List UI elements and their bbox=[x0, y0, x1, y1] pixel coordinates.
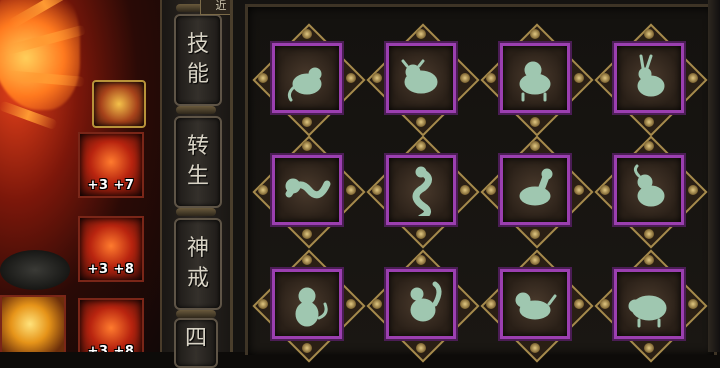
frame-stud bbox=[416, 29, 426, 39]
goat-icon bbox=[617, 158, 681, 222]
frame-stud bbox=[574, 299, 584, 309]
equipment-slot-2[interactable]: +3 +8 bbox=[78, 216, 144, 282]
frame-stud bbox=[644, 117, 654, 127]
dragon-icon bbox=[275, 158, 339, 222]
frame-stud bbox=[302, 141, 312, 151]
frame-stud bbox=[258, 73, 268, 83]
frame-stud bbox=[460, 299, 470, 309]
frame-stud bbox=[600, 299, 610, 309]
frame-stud bbox=[688, 299, 698, 309]
frame-stud bbox=[644, 229, 654, 239]
tab-char: 技 bbox=[186, 32, 209, 57]
tab-knob bbox=[176, 310, 216, 318]
frame-stud bbox=[486, 299, 496, 309]
equipment-bonus: +3 +8 bbox=[87, 262, 135, 277]
tab-divine-ring[interactable]: 神 戒 bbox=[174, 218, 222, 310]
frame-stud bbox=[346, 299, 356, 309]
frame-stud bbox=[416, 229, 426, 239]
zodiac-panel bbox=[230, 0, 720, 363]
frame-stud bbox=[416, 141, 426, 151]
tab-knob bbox=[176, 208, 216, 216]
relic-slot[interactable] bbox=[92, 80, 146, 128]
zodiac-card[interactable] bbox=[252, 135, 366, 249]
frame-stud bbox=[372, 73, 382, 83]
frame-stud bbox=[346, 73, 356, 83]
ox-icon bbox=[389, 46, 453, 110]
zodiac-card[interactable] bbox=[480, 249, 594, 363]
zodiac-card[interactable] bbox=[366, 23, 480, 137]
equipment-slot-3[interactable]: +3 +8 bbox=[78, 298, 144, 352]
panel-edge bbox=[708, 0, 720, 352]
tab-column: 技 能 转 生 神 戒 四 bbox=[160, 0, 232, 368]
equipment-bonus: +3 +8 bbox=[87, 344, 135, 352]
rooster-icon bbox=[389, 272, 453, 336]
zodiac-grid bbox=[245, 4, 717, 363]
frame-stud bbox=[416, 255, 426, 265]
tab-char: 能 bbox=[186, 62, 209, 87]
frame-stud bbox=[530, 255, 540, 265]
tab-char: 神 bbox=[186, 236, 209, 261]
frame-stud bbox=[644, 141, 654, 151]
tab-knob bbox=[176, 106, 216, 114]
tab-char: 戒 bbox=[186, 266, 209, 291]
zodiac-card[interactable] bbox=[480, 135, 594, 249]
frame-stud bbox=[486, 185, 496, 195]
frame-stud bbox=[486, 73, 496, 83]
character-panel: +3 +7 +3 +8 +3 +8 bbox=[0, 0, 160, 352]
frame-stud bbox=[688, 73, 698, 83]
frame-stud bbox=[302, 117, 312, 127]
frame-stud bbox=[530, 29, 540, 39]
frame-stud bbox=[372, 299, 382, 309]
frame-stud bbox=[460, 185, 470, 195]
rabbit-icon bbox=[617, 46, 681, 110]
rat-icon bbox=[275, 46, 339, 110]
frame-stud bbox=[372, 185, 382, 195]
frame-stud bbox=[600, 185, 610, 195]
frame-stud bbox=[258, 185, 268, 195]
frame-stud bbox=[302, 229, 312, 239]
zodiac-card[interactable] bbox=[594, 249, 708, 363]
zodiac-card[interactable] bbox=[252, 249, 366, 363]
snake-icon bbox=[389, 158, 453, 222]
dog-icon bbox=[503, 272, 567, 336]
frame-stud bbox=[346, 185, 356, 195]
tab-skills[interactable]: 技 能 bbox=[174, 14, 222, 106]
frame-stud bbox=[258, 299, 268, 309]
equipment-bonus: +3 +7 bbox=[87, 178, 135, 193]
tab-char: 生 bbox=[186, 164, 209, 189]
frame-stud bbox=[574, 73, 584, 83]
tab-char: 转 bbox=[186, 134, 209, 159]
tiger-icon bbox=[503, 46, 567, 110]
frame-stud bbox=[302, 29, 312, 39]
zodiac-card[interactable] bbox=[594, 135, 708, 249]
tab-char: 四 bbox=[184, 326, 207, 351]
frame-stud bbox=[574, 185, 584, 195]
frame-stud bbox=[530, 117, 540, 127]
frame-stud bbox=[530, 141, 540, 151]
golden-orb-slot[interactable] bbox=[0, 295, 66, 352]
zodiac-card[interactable] bbox=[594, 23, 708, 137]
zodiac-card[interactable] bbox=[480, 23, 594, 137]
zodiac-card[interactable] bbox=[366, 135, 480, 249]
zodiac-card[interactable] bbox=[252, 23, 366, 137]
frame-stud bbox=[644, 29, 654, 39]
pig-icon bbox=[617, 272, 681, 336]
zodiac-card[interactable] bbox=[366, 249, 480, 363]
pedestal bbox=[0, 250, 70, 290]
frame-stud bbox=[460, 73, 470, 83]
frame-stud bbox=[416, 117, 426, 127]
frame-stud bbox=[688, 185, 698, 195]
equipment-slot-1[interactable]: +3 +7 bbox=[78, 132, 144, 198]
tab-four[interactable]: 四 bbox=[174, 318, 218, 368]
frame-stud bbox=[600, 73, 610, 83]
tab-rebirth[interactable]: 转 生 bbox=[174, 116, 222, 208]
frame-stud bbox=[644, 255, 654, 265]
frame-stud bbox=[530, 229, 540, 239]
horse-icon bbox=[503, 158, 567, 222]
monkey-icon bbox=[275, 272, 339, 336]
frame-stud bbox=[302, 255, 312, 265]
